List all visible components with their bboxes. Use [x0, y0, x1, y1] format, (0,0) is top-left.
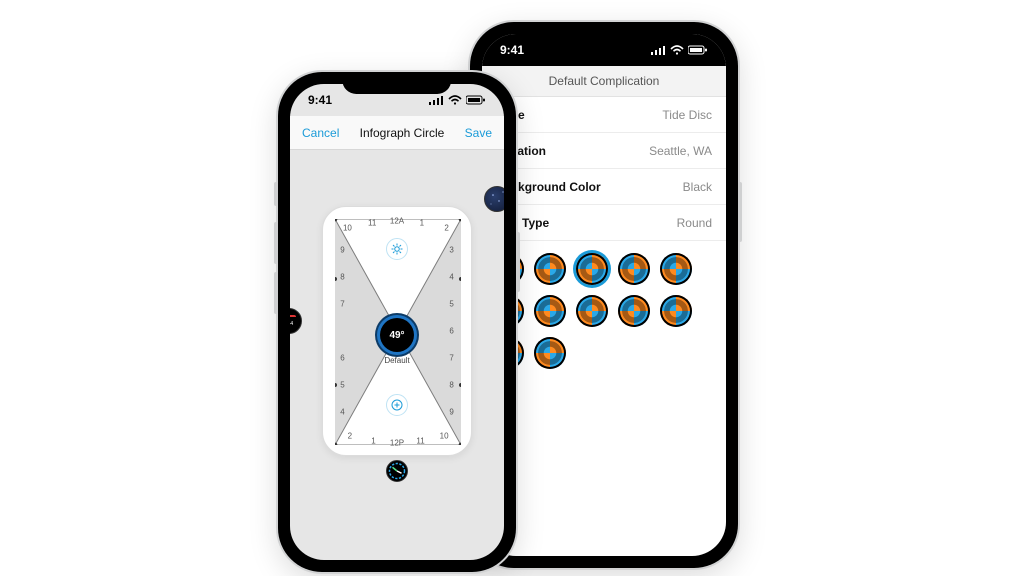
clock-hour: 9 — [340, 246, 344, 255]
status-time: 9:41 — [500, 43, 524, 57]
clock-hour: 1 — [371, 436, 375, 445]
clock-hour: 7 — [449, 353, 453, 362]
clock-hour: 3 — [449, 246, 453, 255]
clock-hour: 4 — [449, 273, 453, 282]
tide-disc-option[interactable] — [534, 253, 566, 285]
clock-hour: 5 — [340, 380, 344, 389]
wifi-icon — [448, 95, 462, 105]
tide-disc-option[interactable] — [534, 337, 566, 369]
clock-hour: 8 — [449, 380, 453, 389]
clock-hour: 6 — [340, 353, 344, 362]
complication-top-right[interactable] — [484, 186, 504, 212]
row-location[interactable]: Location Seattle, WA — [482, 133, 726, 169]
temperature-value: 49° — [389, 330, 404, 341]
clock-hour: 8 — [340, 273, 344, 282]
wifi-icon — [670, 45, 684, 55]
power-button — [738, 182, 742, 242]
complication-bottom-center[interactable] — [386, 394, 408, 416]
battery-icon — [466, 95, 486, 105]
clock-hour: 12A — [390, 217, 404, 226]
complication-bottom-outside[interactable] — [386, 460, 408, 482]
power-button — [516, 232, 520, 292]
row-value: Tide Disc — [662, 108, 712, 122]
notch — [342, 72, 451, 94]
battery-icon — [688, 45, 708, 55]
section-header: Default Complication — [482, 66, 726, 97]
complication-left-compass[interactable]: 354 — [290, 308, 302, 334]
plus-icon — [391, 399, 403, 411]
gauge-icon — [388, 462, 406, 480]
cellular-icon — [429, 95, 444, 105]
stars-icon — [485, 186, 504, 212]
tide-disc-option[interactable] — [534, 295, 566, 327]
compass-value: 354 — [290, 321, 293, 327]
center-caption: Default — [384, 356, 409, 365]
clock-hour: 12P — [390, 439, 404, 448]
tide-disc-option[interactable] — [660, 253, 692, 285]
clock-hour: 5 — [449, 300, 453, 309]
row-value: Seattle, WA — [649, 144, 712, 158]
tide-disc-option[interactable] — [576, 295, 608, 327]
clock-hour: 1 — [420, 219, 424, 228]
clock-hour: 10 — [343, 223, 352, 232]
nav-title: Infograph Circle — [360, 126, 445, 140]
settings-list: Style Tide Disc Location Seattle, WA Bac… — [482, 97, 726, 241]
tide-disc-option[interactable] — [660, 295, 692, 327]
clock-hour: 11 — [416, 436, 424, 445]
watch-face-editor: 3 5 4 — [290, 150, 504, 560]
phone-frame-left: 9:41 Cancel Infograph Circle Save — [278, 72, 516, 572]
gear-icon — [391, 243, 403, 255]
cancel-button[interactable]: Cancel — [302, 126, 339, 140]
cellular-icon — [651, 45, 666, 55]
row-style[interactable]: Style Tide Disc — [482, 97, 726, 133]
tide-disc-option[interactable] — [618, 295, 650, 327]
clock-hour: 2 — [444, 223, 448, 232]
row-value: Round — [677, 216, 712, 230]
complication-center-temperature[interactable]: 49° — [380, 318, 414, 352]
volume-up-button — [274, 222, 278, 264]
tide-disc-option[interactable] — [618, 253, 650, 285]
clock-hour: 4 — [340, 407, 344, 416]
row-value: Black — [683, 180, 712, 194]
mute-switch — [274, 182, 278, 206]
save-button[interactable]: Save — [465, 126, 492, 140]
row-background-color[interactable]: Background Color Black — [482, 169, 726, 205]
volume-down-button — [274, 272, 278, 314]
status-time: 9:41 — [308, 93, 332, 107]
clock-hour: 11 — [368, 219, 376, 228]
notch — [542, 22, 665, 44]
clock-hour: 6 — [449, 327, 453, 336]
clock-hour: 2 — [348, 432, 352, 441]
nav-bar: Cancel Infograph Circle Save — [290, 116, 504, 150]
complication-top-center[interactable] — [386, 238, 408, 260]
clock-hour: 7 — [340, 300, 344, 309]
tide-disc-option[interactable] — [576, 253, 608, 285]
clock-hour: 10 — [440, 432, 449, 441]
clock-hour: 9 — [449, 407, 453, 416]
